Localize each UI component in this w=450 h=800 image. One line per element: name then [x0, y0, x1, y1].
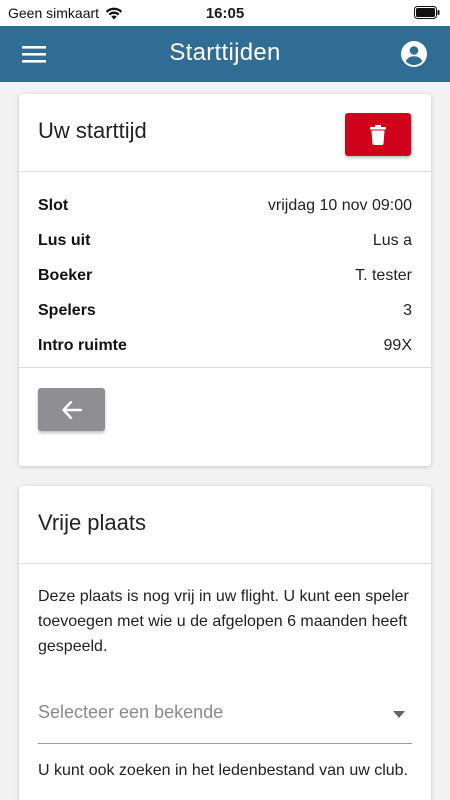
detail-label: Intro ruimte: [38, 336, 127, 354]
free-spot-card: Vrije plaats Deze plaats is nog vrij in …: [19, 486, 431, 800]
select-placeholder: Selecteer een bekende: [38, 702, 224, 722]
detail-value: T. tester: [355, 266, 412, 284]
known-player-select[interactable]: Selecteer een bekende: [38, 692, 412, 744]
detail-row-intro-ruimte: Intro ruimte 99X: [38, 328, 412, 363]
account-circle-icon[interactable]: [400, 40, 428, 68]
free-spot-description: Deze plaats is nog vrij in uw flight. U …: [38, 588, 409, 655]
trash-icon: [370, 124, 386, 145]
detail-row-boeker: Boeker T. tester: [38, 258, 412, 293]
detail-label: Spelers: [38, 301, 96, 319]
free-spot-card-title: Vrije plaats: [38, 510, 147, 535]
start-time-card-title: Uw starttijd: [38, 118, 147, 143]
detail-value: 99X: [383, 336, 412, 354]
detail-row-lus-uit: Lus uit Lus a: [38, 223, 412, 258]
detail-value: Lus a: [372, 231, 412, 249]
start-time-card-footer: [19, 368, 431, 466]
detail-value: 3: [403, 301, 412, 319]
arrow-left-icon: [61, 400, 82, 419]
detail-label: Slot: [38, 196, 69, 214]
free-spot-card-body: Deze plaats is nog vrij in uw flight. U …: [19, 564, 431, 783]
delete-button[interactable]: [345, 113, 411, 156]
battery-icon: [414, 6, 440, 19]
start-time-card: Uw starttijd Slot vrijdag 10 nov 09:00 L…: [19, 94, 431, 466]
app-bar: Starttijden: [0, 26, 450, 82]
main-content: Uw starttijd Slot vrijdag 10 nov 09:00 L…: [0, 82, 450, 800]
start-time-details: Slot vrijdag 10 nov 09:00 Lus uit Lus a …: [19, 172, 431, 368]
detail-value: vrijdag 10 nov 09:00: [267, 196, 412, 214]
page-title: Starttijden: [169, 39, 281, 66]
detail-label: Boeker: [38, 266, 93, 284]
detail-row-slot: Slot vrijdag 10 nov 09:00: [38, 188, 412, 223]
status-time: 16:05: [205, 5, 245, 22]
free-spot-card-header: Vrije plaats: [19, 486, 431, 564]
start-time-card-header: Uw starttijd: [19, 94, 431, 172]
detail-label: Lus uit: [38, 231, 91, 249]
member-search-hint: U kunt ook zoeken in het ledenbestand va…: [38, 762, 409, 779]
status-bar: Geen simkaart 16:05: [0, 0, 450, 26]
back-button[interactable]: [38, 388, 105, 431]
caret-down-icon: [393, 711, 405, 718]
detail-row-spelers: Spelers 3: [38, 293, 412, 328]
